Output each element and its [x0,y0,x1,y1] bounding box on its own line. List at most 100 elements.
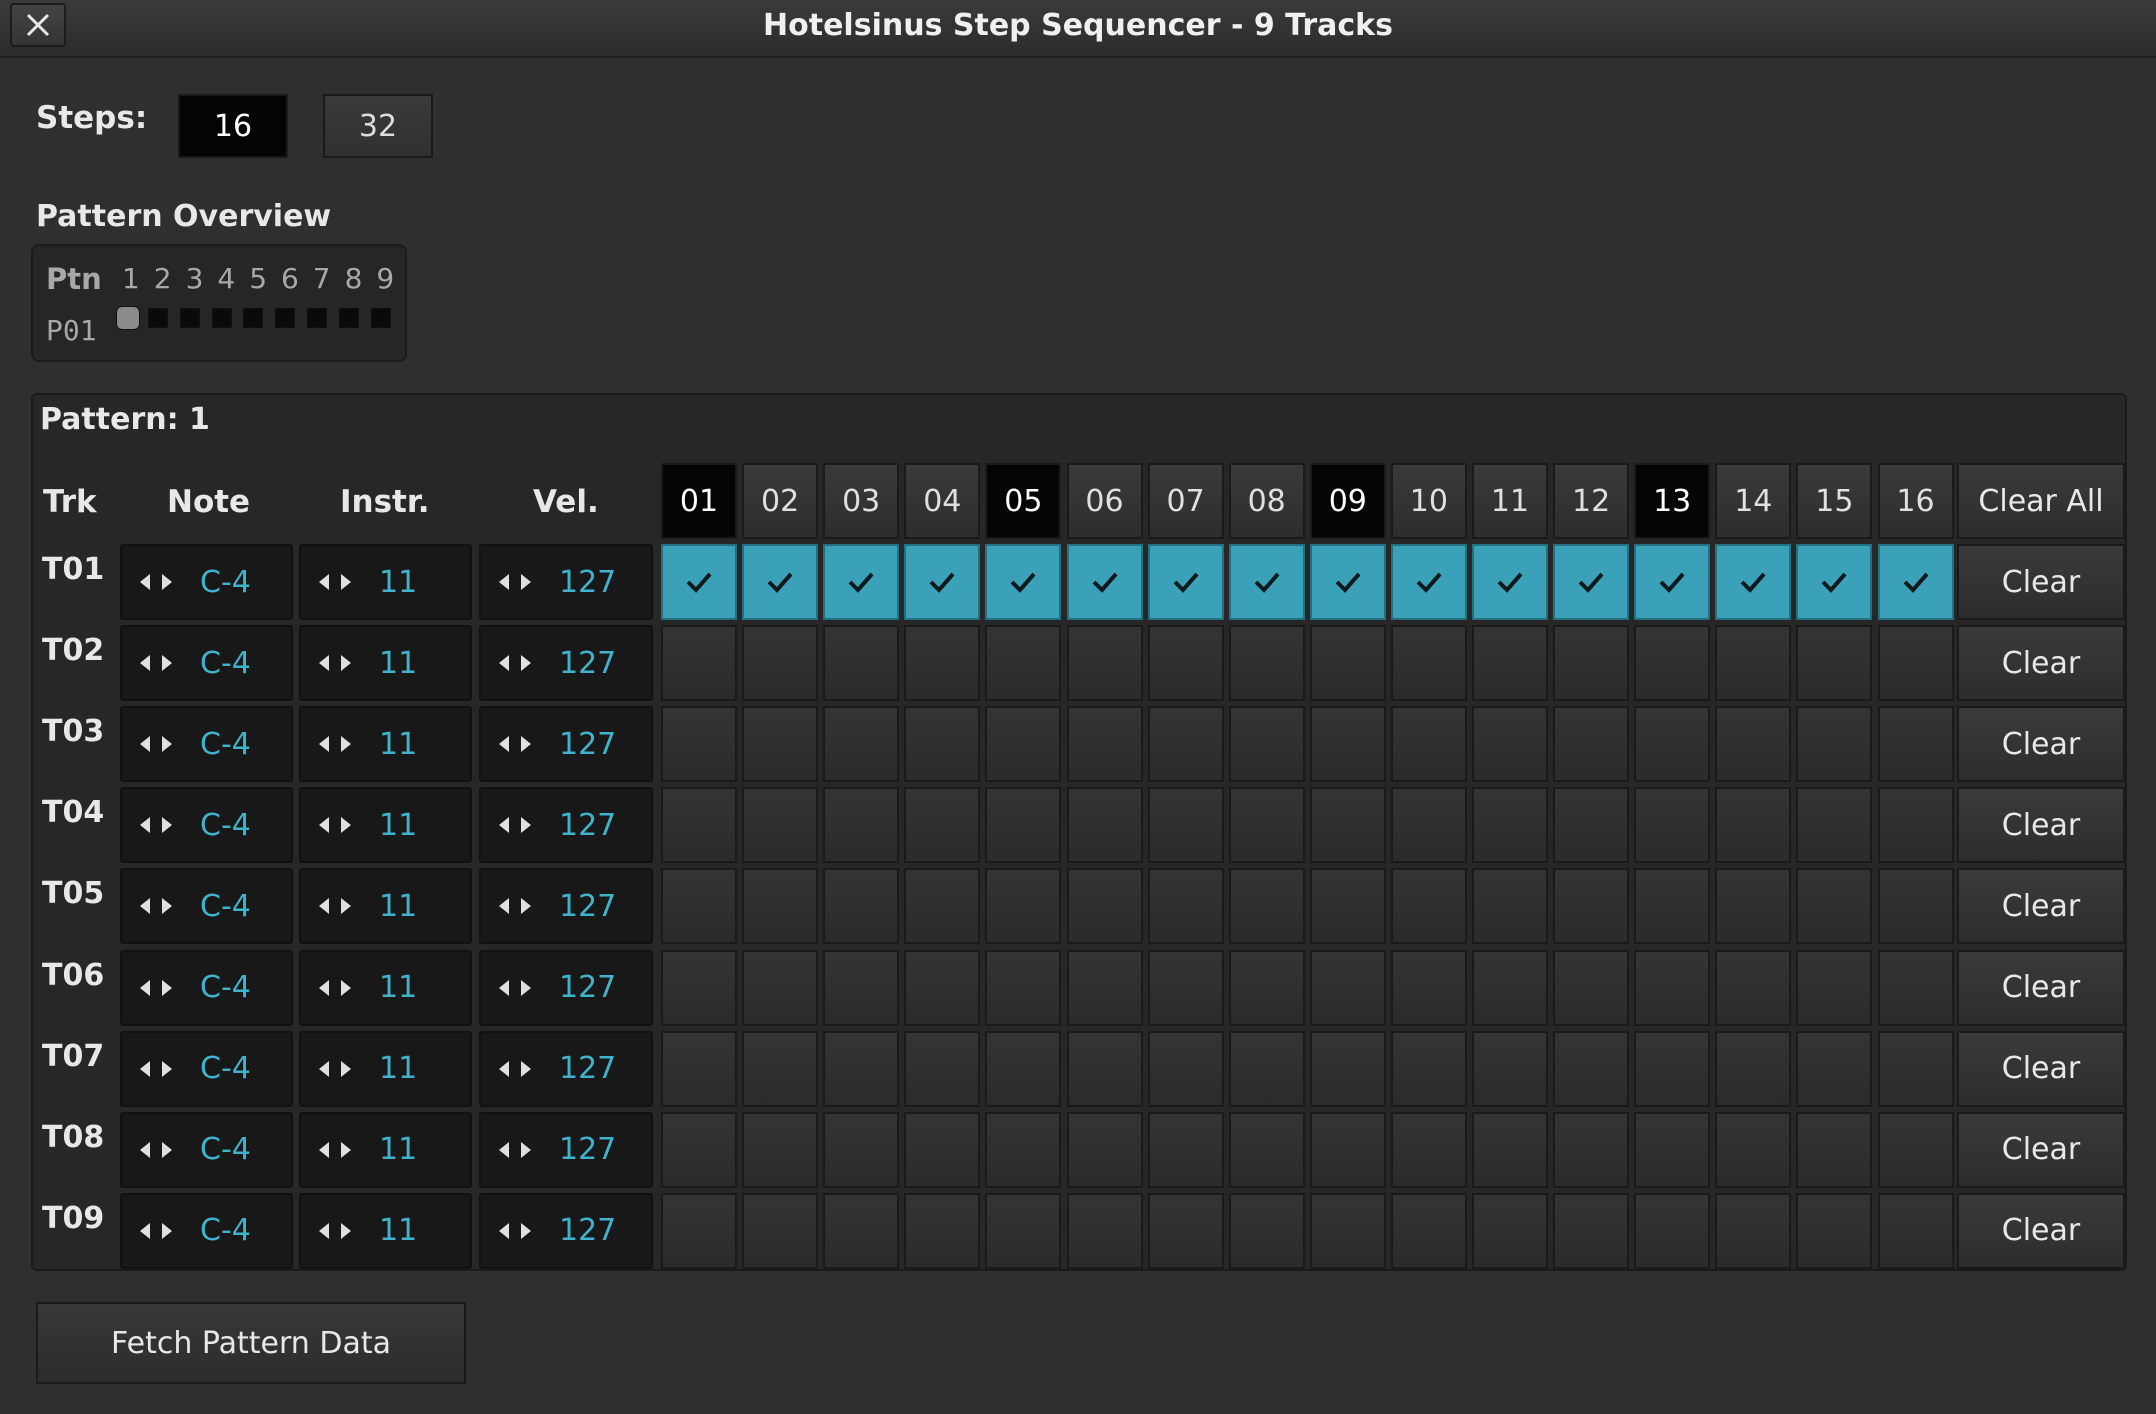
arrow-left-icon[interactable] [317,979,331,997]
step-cell-t04-03[interactable] [823,787,900,864]
step-cell-t07-13[interactable] [1634,1030,1711,1107]
step-cell-t02-14[interactable] [1715,625,1792,702]
arrow-left-icon[interactable] [317,735,331,753]
clear-button-t03[interactable]: Clear [1957,706,2125,783]
arrow-left-icon[interactable] [138,816,152,834]
step-cell-t01-02[interactable] [742,544,819,620]
step-cell-t02-12[interactable] [1553,625,1630,702]
arrow-buttons[interactable] [497,654,545,672]
step-cell-t02-06[interactable] [1066,625,1143,702]
step-cell-t04-07[interactable] [1147,787,1224,864]
arrow-left-icon[interactable] [138,654,152,672]
step-cell-t08-01[interactable] [661,1111,737,1188]
arrow-left-icon[interactable] [317,1141,331,1159]
step-cell-t09-10[interactable] [1390,1192,1467,1269]
step-cell-t01-05[interactable] [985,544,1062,620]
arrow-left-icon[interactable] [497,735,511,753]
arrow-right-icon[interactable] [339,1222,353,1240]
arrow-buttons[interactable] [138,979,186,997]
arrow-buttons[interactable] [497,816,545,834]
arrow-left-icon[interactable] [317,654,331,672]
vel-selector-t04[interactable]: 127 [479,787,653,864]
step-cell-t04-12[interactable] [1553,787,1630,864]
step-cell-t01-06[interactable] [1066,544,1143,620]
arrow-left-icon[interactable] [497,897,511,915]
clear-button-t07[interactable]: Clear [1957,1030,2125,1107]
step-cell-t05-12[interactable] [1553,868,1630,945]
step-cell-t04-14[interactable] [1715,787,1792,864]
step-cell-t04-04[interactable] [904,787,981,864]
step-cell-t03-13[interactable] [1634,706,1711,783]
step-cell-t08-03[interactable] [823,1111,900,1188]
step-cell-t09-02[interactable] [742,1192,819,1269]
vel-selector-t01[interactable]: 127 [479,544,653,620]
overview-cell[interactable] [275,308,296,328]
arrow-left-icon[interactable] [497,1222,511,1240]
arrow-buttons[interactable] [317,654,365,672]
instr-selector-t01[interactable]: 11 [299,544,472,620]
step-cell-t02-09[interactable] [1309,625,1386,702]
step-cell-t07-12[interactable] [1553,1030,1630,1107]
arrow-right-icon[interactable] [519,1222,533,1240]
step-cell-t04-05[interactable] [985,787,1062,864]
instr-selector-t08[interactable]: 11 [299,1111,472,1188]
step-header-02[interactable]: 02 [742,463,819,539]
clear-button-t06[interactable]: Clear [1957,949,2125,1026]
step-cell-t05-15[interactable] [1796,868,1873,945]
step-header-07[interactable]: 07 [1147,463,1224,539]
step-cell-t07-08[interactable] [1228,1030,1305,1107]
step-cell-t09-15[interactable] [1796,1192,1873,1269]
step-header-05[interactable]: 05 [985,463,1062,539]
clear-button-t05[interactable]: Clear [1957,868,2125,945]
note-selector-t08[interactable]: C-4 [120,1111,293,1188]
step-cell-t01-11[interactable] [1472,544,1548,620]
step-cell-t02-13[interactable] [1634,625,1711,702]
arrow-right-icon[interactable] [339,654,353,672]
overview-cell[interactable] [243,308,264,328]
step-cell-t02-05[interactable] [985,625,1062,702]
overview-cell[interactable] [338,308,359,328]
step-header-03[interactable]: 03 [823,463,900,539]
step-header-13[interactable]: 13 [1634,463,1711,539]
step-cell-t08-16[interactable] [1877,1111,1954,1188]
note-selector-t03[interactable]: C-4 [120,706,293,783]
step-cell-t08-05[interactable] [985,1111,1062,1188]
step-cell-t08-02[interactable] [742,1111,819,1188]
vel-selector-t05[interactable]: 127 [479,868,653,945]
overview-cell[interactable] [211,308,232,328]
arrow-buttons[interactable] [138,816,186,834]
step-cell-t05-05[interactable] [985,868,1062,945]
arrow-buttons[interactable] [317,1222,365,1240]
instr-selector-t02[interactable]: 11 [299,625,472,702]
arrow-right-icon[interactable] [519,573,533,591]
step-cell-t05-07[interactable] [1147,868,1224,945]
steps-16-button[interactable]: 16 [178,94,288,158]
step-cell-t04-10[interactable] [1390,787,1467,864]
step-cell-t06-02[interactable] [742,949,819,1026]
step-cell-t03-06[interactable] [1066,706,1143,783]
step-cell-t01-01[interactable] [661,544,737,620]
arrow-right-icon[interactable] [339,816,353,834]
step-cell-t09-05[interactable] [985,1192,1062,1269]
arrow-buttons[interactable] [497,979,545,997]
step-cell-t05-10[interactable] [1390,868,1467,945]
step-cell-t06-05[interactable] [985,949,1062,1026]
arrow-left-icon[interactable] [497,654,511,672]
step-cell-t03-14[interactable] [1715,706,1792,783]
note-selector-t09[interactable]: C-4 [120,1192,293,1269]
step-cell-t07-09[interactable] [1309,1030,1386,1107]
step-cell-t03-04[interactable] [904,706,981,783]
step-cell-t02-04[interactable] [904,625,981,702]
step-cell-t07-02[interactable] [742,1030,819,1107]
arrow-buttons[interactable] [138,654,186,672]
step-cell-t02-10[interactable] [1390,625,1467,702]
instr-selector-t03[interactable]: 11 [299,706,472,783]
step-cell-t01-03[interactable] [823,544,900,620]
step-cell-t06-15[interactable] [1796,949,1873,1026]
step-cell-t03-12[interactable] [1553,706,1630,783]
step-header-08[interactable]: 08 [1228,463,1305,539]
step-header-06[interactable]: 06 [1066,463,1143,539]
clear-button-t01[interactable]: Clear [1957,544,2125,620]
arrow-right-icon[interactable] [519,654,533,672]
step-cell-t03-03[interactable] [823,706,900,783]
